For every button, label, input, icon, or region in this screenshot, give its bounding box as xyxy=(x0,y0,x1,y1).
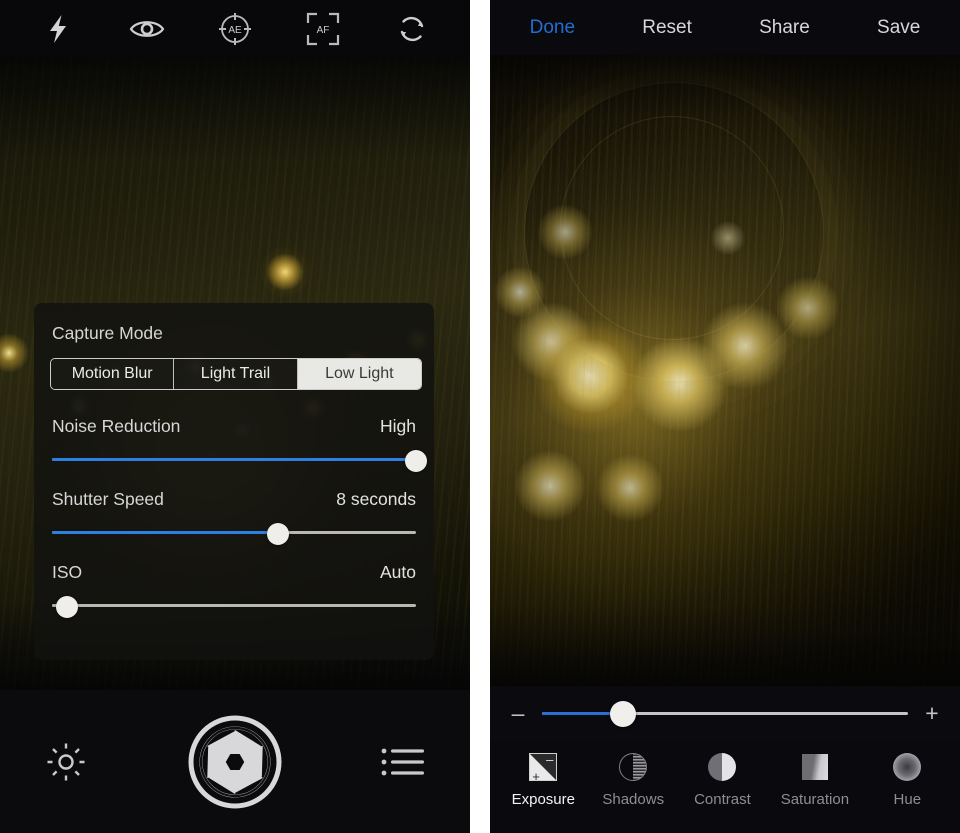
iso-label: ISO xyxy=(52,562,83,582)
ae-lock-icon[interactable]: AE xyxy=(213,7,257,51)
exposure-icon xyxy=(526,750,560,784)
segment-low-light[interactable]: Low Light xyxy=(297,359,421,389)
aperture-shutter-icon[interactable] xyxy=(185,712,285,812)
tab-label: Saturation xyxy=(780,791,850,808)
reset-button[interactable]: Reset xyxy=(632,13,702,43)
edit-top-toolbar: Done Reset Share Save xyxy=(490,0,960,55)
noise-reduction-value: High xyxy=(380,416,416,436)
svg-text:AE: AE xyxy=(228,25,242,36)
tab-label: Hue xyxy=(893,791,922,808)
decrease-icon[interactable]: – xyxy=(508,702,528,725)
photo-vignette xyxy=(490,46,960,686)
capture-settings-panel: Capture Mode Motion Blur Light Trail Low… xyxy=(34,303,434,660)
segment-motion-blur[interactable]: Motion Blur xyxy=(51,359,175,389)
done-button[interactable]: Done xyxy=(520,13,585,43)
exposure-value-slider[interactable] xyxy=(542,700,908,727)
slider-track-base xyxy=(52,604,416,607)
edited-photo-preview xyxy=(490,46,960,686)
capture-mode-title: Capture Mode xyxy=(52,323,163,343)
slider-thumb[interactable] xyxy=(405,450,427,472)
noise-reduction-label: Noise Reduction xyxy=(52,416,181,436)
noise-reduction-header: Noise Reduction High xyxy=(52,416,416,437)
segment-light-trail[interactable]: Light Trail xyxy=(174,359,298,389)
hue-icon xyxy=(890,750,924,784)
slider-track-fill xyxy=(52,458,416,461)
tab-shadows[interactable]: Shadows xyxy=(602,750,664,808)
edit-tool-tabs: Exposure Shadows Contrast Saturation xyxy=(490,740,960,833)
adjustment-slider-bar: – + xyxy=(490,687,960,740)
capture-mode-segmented-control[interactable]: Motion Blur Light Trail Low Light xyxy=(50,358,422,390)
camera-bottom-bar xyxy=(0,690,470,833)
shadows-icon xyxy=(616,750,650,784)
contrast-icon xyxy=(705,750,739,784)
camera-capture-screen: AE AF Capture Mode Motion Blur Light Tra… xyxy=(0,0,470,833)
tab-saturation[interactable]: Saturation xyxy=(781,750,849,808)
photo-light-arc-inner xyxy=(560,116,784,340)
iso-value: Auto xyxy=(380,562,416,582)
flash-icon[interactable] xyxy=(36,7,80,51)
screenshot-divider xyxy=(470,0,490,833)
af-lock-icon[interactable]: AF xyxy=(301,7,345,51)
tab-label: Exposure xyxy=(511,791,575,808)
shutter-speed-header: Shutter Speed 8 seconds xyxy=(52,489,416,510)
camera-top-toolbar: AE AF xyxy=(0,0,470,57)
share-button[interactable]: Share xyxy=(749,13,820,43)
shutter-speed-label: Shutter Speed xyxy=(52,489,164,509)
increase-icon[interactable]: + xyxy=(922,702,942,725)
photo-texture xyxy=(490,46,960,686)
photo-light-arc-outer xyxy=(524,82,824,382)
slider-thumb[interactable] xyxy=(266,523,289,545)
slider-track-fill xyxy=(52,531,278,534)
svg-text:AF: AF xyxy=(317,25,330,36)
slider-thumb[interactable] xyxy=(55,596,78,618)
list-menu-icon[interactable] xyxy=(376,734,432,790)
shutter-speed-value: 8 seconds xyxy=(336,489,416,509)
viewfinder-top-shade xyxy=(0,40,470,160)
tab-label: Shadows xyxy=(602,791,665,808)
noise-reduction-slider[interactable] xyxy=(52,450,427,472)
tab-exposure[interactable]: Exposure xyxy=(512,750,575,808)
shutter-speed-slider[interactable] xyxy=(52,523,416,545)
tab-hue[interactable]: Hue xyxy=(876,750,938,808)
saturation-icon xyxy=(798,750,832,784)
switch-camera-icon[interactable] xyxy=(390,7,434,51)
setting-row-noise-reduction: Noise Reduction High xyxy=(50,416,427,472)
photo-edit-screen: Done Reset Share Save – + Exposure xyxy=(490,0,960,833)
eye-icon[interactable] xyxy=(125,7,169,51)
tab-contrast[interactable]: Contrast xyxy=(691,750,753,808)
slider-thumb[interactable] xyxy=(609,700,636,727)
dual-screenshot-container: AE AF Capture Mode Motion Blur Light Tra… xyxy=(0,0,960,833)
save-button[interactable]: Save xyxy=(867,13,930,43)
tab-label: Contrast xyxy=(694,791,751,808)
photo-top-shade xyxy=(490,46,960,116)
photo-bottom-shade xyxy=(490,606,960,686)
setting-row-shutter-speed: Shutter Speed 8 seconds xyxy=(50,489,418,545)
gear-icon[interactable] xyxy=(38,734,94,790)
iso-slider[interactable] xyxy=(52,596,416,618)
iso-header: ISO Auto xyxy=(52,562,416,583)
setting-row-iso: ISO Auto xyxy=(50,562,418,618)
